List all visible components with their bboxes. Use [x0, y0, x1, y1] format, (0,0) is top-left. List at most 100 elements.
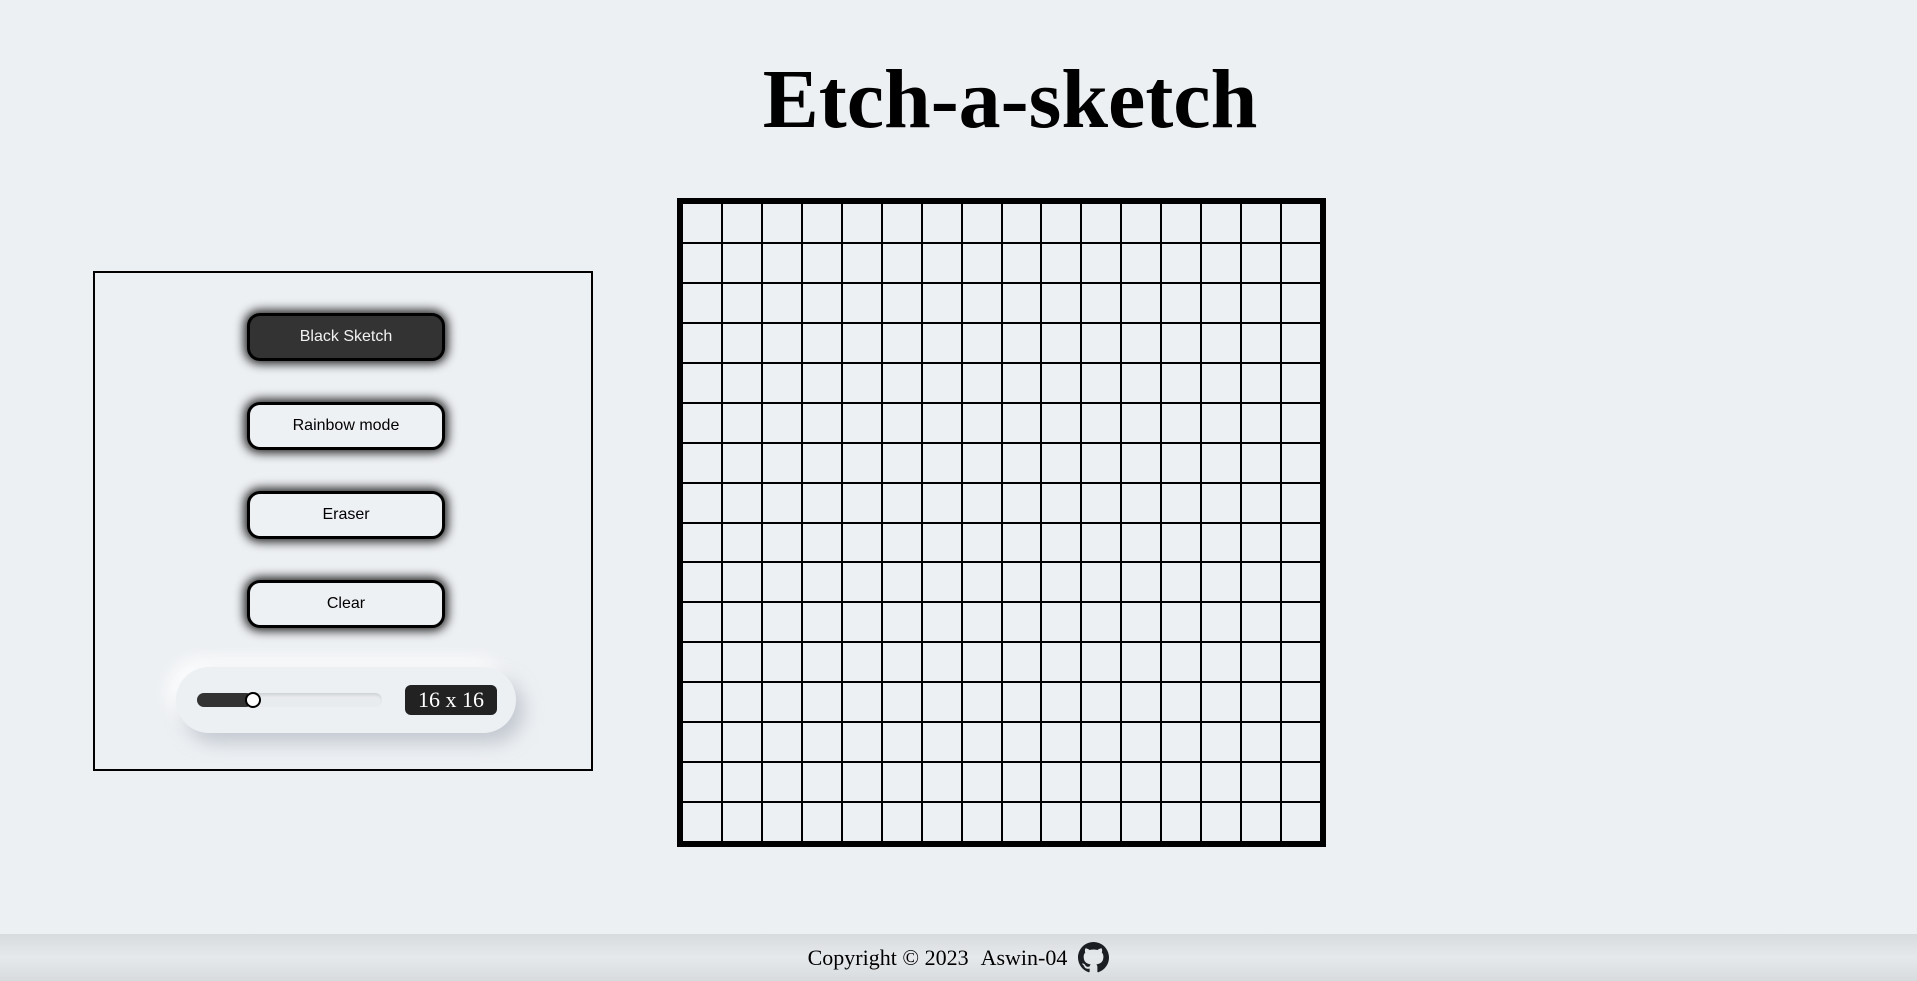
grid-cell[interactable] — [961, 682, 1002, 723]
grid-cell[interactable] — [1041, 602, 1082, 643]
grid-cell[interactable] — [801, 242, 842, 283]
grid-cell[interactable] — [1121, 203, 1162, 243]
grid-size-slider[interactable] — [197, 692, 382, 708]
grid-cell[interactable] — [801, 362, 842, 403]
grid-cell[interactable] — [961, 203, 1002, 243]
grid-cell[interactable] — [1121, 362, 1162, 403]
grid-cell[interactable] — [1201, 322, 1242, 363]
grid-cell[interactable] — [961, 802, 1002, 842]
grid-cell[interactable] — [1041, 682, 1082, 723]
grid-cell[interactable] — [1161, 562, 1202, 603]
grid-cell[interactable] — [721, 482, 762, 523]
grid-cell[interactable] — [1281, 203, 1321, 243]
grid-cell[interactable] — [682, 802, 722, 842]
grid-cell[interactable] — [1081, 722, 1122, 763]
grid-cell[interactable] — [1001, 802, 1042, 842]
grid-cell[interactable] — [841, 482, 882, 523]
grid-cell[interactable] — [721, 242, 762, 283]
grid-cell[interactable] — [1041, 442, 1082, 483]
grid-cell[interactable] — [1161, 362, 1202, 403]
grid-cell[interactable] — [761, 762, 802, 803]
grid-cell[interactable] — [721, 362, 762, 403]
github-icon[interactable] — [1078, 942, 1110, 973]
grid-cell[interactable] — [881, 442, 922, 483]
grid-cell[interactable] — [1121, 322, 1162, 363]
grid-cell[interactable] — [1241, 482, 1282, 523]
grid-cell[interactable] — [921, 482, 962, 523]
grid-cell[interactable] — [961, 602, 1002, 643]
grid-cell[interactable] — [881, 203, 922, 243]
grid-cell[interactable] — [1161, 682, 1202, 723]
grid-cell[interactable] — [841, 602, 882, 643]
grid-cell[interactable] — [682, 442, 722, 483]
grid-cell[interactable] — [1281, 722, 1321, 763]
grid-cell[interactable] — [721, 203, 762, 243]
grid-cell[interactable] — [682, 322, 722, 363]
grid-cell[interactable] — [1001, 362, 1042, 403]
grid-cell[interactable] — [1041, 242, 1082, 283]
grid-cell[interactable] — [721, 722, 762, 763]
grid-cell[interactable] — [1041, 203, 1082, 243]
grid-cell[interactable] — [1041, 562, 1082, 603]
grid-cell[interactable] — [721, 802, 762, 842]
grid-cell[interactable] — [881, 802, 922, 842]
grid-cell[interactable] — [921, 203, 962, 243]
grid-cell[interactable] — [1041, 322, 1082, 363]
grid-cell[interactable] — [921, 642, 962, 683]
grid-cell[interactable] — [801, 602, 842, 643]
grid-cell[interactable] — [801, 562, 842, 603]
grid-cell[interactable] — [1081, 242, 1122, 283]
grid-cell[interactable] — [1201, 602, 1242, 643]
grid-cell[interactable] — [1041, 642, 1082, 683]
grid-cell[interactable] — [761, 402, 802, 443]
grid-cell[interactable] — [1241, 362, 1282, 403]
grid-cell[interactable] — [1281, 362, 1321, 403]
grid-cell[interactable] — [841, 322, 882, 363]
grid-cell[interactable] — [1001, 602, 1042, 643]
grid-cell[interactable] — [801, 322, 842, 363]
grid-cell[interactable] — [881, 282, 922, 323]
grid-cell[interactable] — [961, 242, 1002, 283]
grid-cell[interactable] — [1121, 562, 1162, 603]
grid-cell[interactable] — [1081, 282, 1122, 323]
grid-cell[interactable] — [1001, 722, 1042, 763]
grid-cell[interactable] — [1001, 203, 1042, 243]
grid-cell[interactable] — [721, 762, 762, 803]
grid-cell[interactable] — [1241, 203, 1282, 243]
eraser-button[interactable]: Eraser — [247, 491, 445, 539]
grid-cell[interactable] — [1161, 522, 1202, 563]
grid-cell[interactable] — [801, 522, 842, 563]
grid-cell[interactable] — [841, 442, 882, 483]
grid-cell[interactable] — [1161, 482, 1202, 523]
grid-cell[interactable] — [682, 362, 722, 403]
grid-cell[interactable] — [1201, 762, 1242, 803]
grid-cell[interactable] — [1081, 402, 1122, 443]
grid-cell[interactable] — [1081, 762, 1122, 803]
grid-cell[interactable] — [801, 203, 842, 243]
grid-cell[interactable] — [841, 282, 882, 323]
grid-cell[interactable] — [682, 203, 722, 243]
grid-cell[interactable] — [1241, 242, 1282, 283]
grid-cell[interactable] — [1161, 242, 1202, 283]
grid-cell[interactable] — [1081, 562, 1122, 603]
grid-cell[interactable] — [1281, 642, 1321, 683]
grid-cell[interactable] — [841, 362, 882, 403]
grid-cell[interactable] — [961, 482, 1002, 523]
grid-cell[interactable] — [1281, 562, 1321, 603]
grid-cell[interactable] — [761, 362, 802, 403]
grid-cell[interactable] — [1201, 242, 1242, 283]
grid-cell[interactable] — [961, 642, 1002, 683]
grid-cell[interactable] — [921, 322, 962, 363]
grid-cell[interactable] — [921, 562, 962, 603]
grid-cell[interactable] — [1081, 682, 1122, 723]
grid-cell[interactable] — [1201, 282, 1242, 323]
grid-cell[interactable] — [1241, 442, 1282, 483]
grid-cell[interactable] — [801, 642, 842, 683]
grid-cell[interactable] — [1001, 482, 1042, 523]
grid-cell[interactable] — [1241, 802, 1282, 842]
grid-cell[interactable] — [1081, 322, 1122, 363]
grid-cell[interactable] — [1281, 482, 1321, 523]
grid-cell[interactable] — [1081, 602, 1122, 643]
grid-cell[interactable] — [1041, 482, 1082, 523]
grid-cell[interactable] — [1201, 802, 1242, 842]
